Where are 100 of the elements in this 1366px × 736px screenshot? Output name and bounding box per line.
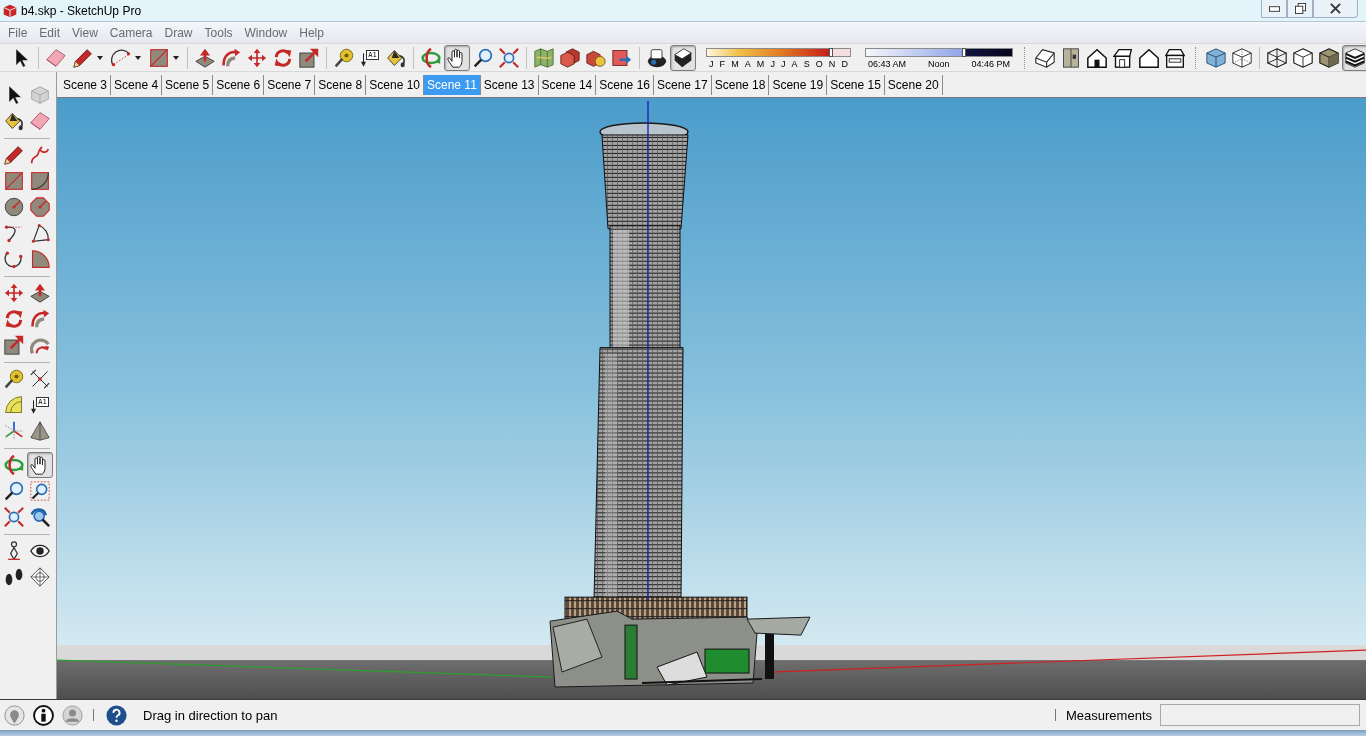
scene-tab[interactable]: Scene 6 [213,74,265,95]
house-3d-icon [1035,47,1055,68]
house-outline-icon [1139,47,1159,68]
menu-item[interactable]: Edit [33,25,67,40]
caret-icon [173,55,179,60]
restore-icon [1294,3,1306,14]
translucent-cube-icon [1206,47,1226,68]
menu-item[interactable]: Draw [158,25,199,40]
crosshair-icon [30,567,50,587]
magnifier-arrows-icon [499,47,519,68]
leader-arrow-icon [361,52,367,67]
measurements-field[interactable] [1160,704,1360,726]
plate-arrow-icon [30,283,50,303]
menu-item[interactable]: Camera [103,25,159,40]
tape-measure-icon [334,47,354,68]
curved-arrow-icon [221,47,241,68]
menu-item[interactable]: Help [293,25,330,40]
time-slider-thumb[interactable] [961,48,966,57]
paint-bucket-icon [386,47,406,68]
cube-icon [30,85,50,105]
scene-tab[interactable]: Scene 16 [596,74,654,95]
scene-tab[interactable]: Scene 14 [538,74,597,95]
scene-tab[interactable]: Scene 5 [162,74,214,95]
arc-icon [4,223,24,243]
app-icon [3,3,17,18]
pan-tool-button[interactable] [27,452,53,478]
magnifier-box-icon [30,481,50,501]
scene-tab[interactable]: Scene 19 [769,74,828,95]
curved-arrow-icon [30,309,50,329]
dimension-icon [30,369,50,389]
four-arrows-icon [4,283,24,303]
square-arrow-icon [4,335,24,355]
swirl-arrows-icon [421,47,441,68]
pyramid-icon [30,421,50,441]
minimize-button[interactable] [1261,0,1287,18]
display-shadows-button[interactable] [670,44,696,71]
scene-tab[interactable]: Scene 3 [60,74,112,95]
swirl-arrows-icon [4,455,24,475]
protractor-icon [4,395,24,415]
menu-item[interactable]: File [2,25,34,40]
month-label: F [719,59,726,70]
month-slider-track[interactable] [706,48,851,57]
shaded-cube-icon [1319,47,1339,68]
help-icon[interactable] [106,704,127,726]
paint-bucket-icon [4,111,24,131]
shadow-cube-icon [673,47,693,68]
menu-item[interactable]: Window [238,25,294,40]
rectangle-icon [4,171,24,191]
scene-tab[interactable]: Scene 7 [264,74,316,95]
scene-tab[interactable]: Scene 4 [111,74,163,95]
location-pin-icon[interactable] [4,704,25,726]
house-front-icon [1087,47,1107,68]
circle-icon [4,197,24,217]
scene-tab[interactable]: Scene 17 [654,74,712,95]
zoom-window-button[interactable] [27,478,53,504]
section-plane-button[interactable] [27,564,53,590]
month-label: A [791,59,798,70]
caret-icon [97,55,103,60]
double-door-icon [1061,47,1081,68]
rectangle-icon [149,47,169,68]
time-label: Noon [928,59,950,70]
time-label: 06:43 AM [868,59,907,70]
box-arrow-icon [612,47,632,68]
month-label: J [709,59,714,70]
scene-tab[interactable]: Scene 18 [711,74,770,95]
caret-icon [135,55,141,60]
menu-item[interactable]: View [66,25,104,40]
scene-tab[interactable]: Scene 20 [884,74,943,95]
scene-tab[interactable]: Scene 8 [315,74,367,95]
pencil-icon [4,145,24,165]
circular-arrows-icon [273,47,293,68]
close-button[interactable] [1313,0,1358,18]
restore-button[interactable] [1287,0,1313,18]
month-label: J [770,59,775,70]
footprints-icon [4,567,24,587]
wire-cube-icon [1267,47,1287,68]
eraser-icon [30,111,50,131]
pie-icon [30,249,50,269]
month-label: N [828,59,836,70]
tape-measure-icon [4,369,24,389]
menu-item[interactable]: Tools [198,25,239,40]
three-d-text-button[interactable] [27,418,53,444]
polygon-tool-button[interactable] [27,194,53,220]
time-label: 04:46 PM [971,59,1010,70]
monochrome-button[interactable] [1342,44,1366,71]
scene-tab[interactable]: Scene 13 [480,74,539,95]
scene-tab[interactable]: Scene 15 [827,74,885,95]
month-label: M [731,59,739,70]
four-arrows-icon [247,47,267,68]
house-side-icon [1113,47,1133,68]
back-arrow-icon [30,507,50,527]
leader-arrow-icon [31,400,37,414]
zoom-extents-button[interactable] [1,504,27,530]
close-icon [1330,3,1341,14]
info-icon[interactable] [33,704,54,726]
month-slider-thumb[interactable] [829,48,834,57]
person-icon[interactable] [62,704,83,726]
time-slider-track[interactable] [865,48,1013,57]
eraser-icon [46,47,66,68]
pan-tool-button[interactable] [444,44,470,71]
